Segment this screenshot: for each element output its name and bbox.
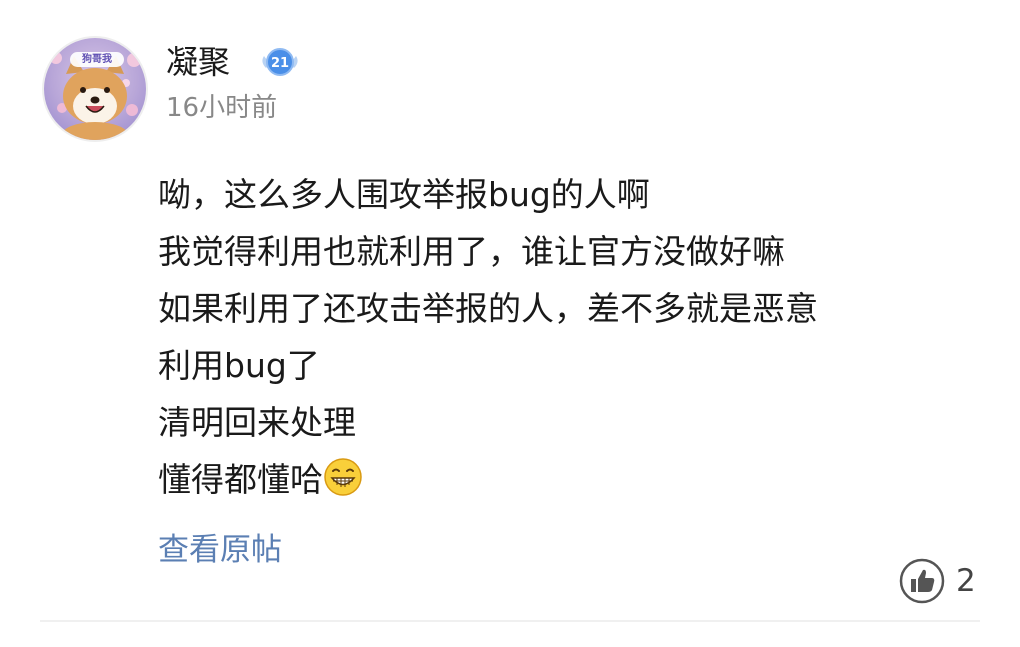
comment-line-text: 懂得都懂哈 — [158, 460, 323, 499]
timestamp: 16小时前 — [166, 93, 278, 123]
divider — [40, 620, 980, 622]
like-button[interactable]: 2 — [898, 556, 976, 606]
level-badge: 21 — [258, 44, 302, 80]
like-count: 2 — [956, 563, 976, 599]
user-avatar[interactable]: 狗哥我 — [42, 36, 148, 142]
username[interactable]: 凝聚 — [166, 42, 230, 82]
thumbs-up-icon — [899, 558, 945, 604]
view-original-post-link[interactable]: 查看原帖 — [158, 530, 282, 570]
comment-line-last: 懂得都懂哈 — [158, 451, 998, 508]
comment-line: 如果利用了还攻击举报的人，差不多就是恶意 — [158, 289, 818, 328]
avatar-label: 狗哥我 — [70, 52, 124, 67]
comment-line: 呦，这么多人围攻举报bug的人啊 — [158, 175, 650, 214]
level-number: 21 — [271, 56, 289, 71]
comment-line: 清明回来处理 — [158, 403, 356, 442]
winged-badge-icon: 21 — [262, 48, 298, 76]
comment-line: 利用bug了 — [158, 346, 320, 385]
comment-body: 呦，这么多人围攻举报bug的人啊 我觉得利用也就利用了，谁让官方没做好嘛 如果利… — [158, 166, 998, 508]
grin-emoji-icon — [324, 458, 362, 496]
comment-line: 我觉得利用也就利用了，谁让官方没做好嘛 — [158, 232, 785, 271]
